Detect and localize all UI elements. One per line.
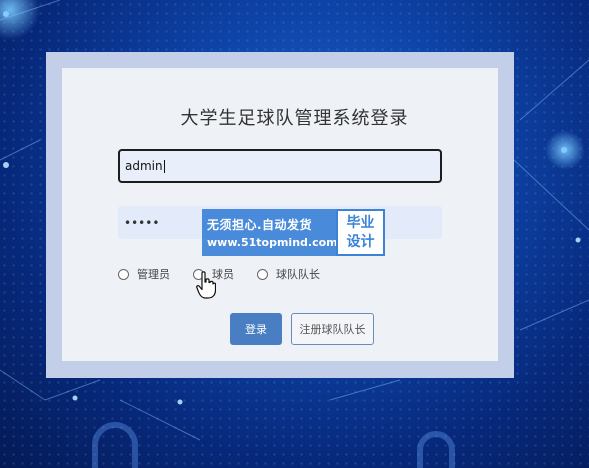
radio-icon[interactable] bbox=[257, 268, 268, 280]
watermark-badge-line1: 毕业 bbox=[346, 214, 375, 231]
role-label: 球队队长 bbox=[276, 268, 320, 281]
role-option-captain[interactable]: 球队队长 bbox=[257, 266, 320, 282]
text-caret bbox=[163, 159, 165, 173]
password-value: ••••• bbox=[124, 215, 160, 230]
background-glow bbox=[545, 130, 585, 170]
page-title: 大学生足球队管理系统登录 bbox=[180, 108, 409, 129]
radio-icon[interactable] bbox=[118, 268, 129, 280]
role-label: 管理员 bbox=[137, 268, 170, 281]
hand-cursor-icon bbox=[196, 271, 216, 299]
watermark-line1: 无须担心.自动发货 bbox=[207, 218, 313, 232]
role-option-admin[interactable]: 管理员 bbox=[118, 266, 170, 282]
watermark-line2: www.51topmind.com bbox=[207, 236, 338, 249]
username-input[interactable]: admin bbox=[118, 149, 442, 183]
username-value: admin bbox=[125, 159, 163, 173]
role-radio-group: 管理员 球员 球队队长 bbox=[0, 266, 589, 282]
watermark-badge-line2: 设计 bbox=[346, 233, 375, 250]
watermark-badge: 毕业 设计 bbox=[336, 209, 385, 256]
login-button[interactable]: 登录 bbox=[230, 313, 282, 345]
watermark-overlay: 无须担心.自动发货 www.51topmind.com 毕业 设计 bbox=[202, 209, 385, 256]
watermark-text-block: 无须担心.自动发货 www.51topmind.com bbox=[202, 209, 338, 256]
register-captain-button[interactable]: 注册球队队长 bbox=[291, 313, 374, 345]
